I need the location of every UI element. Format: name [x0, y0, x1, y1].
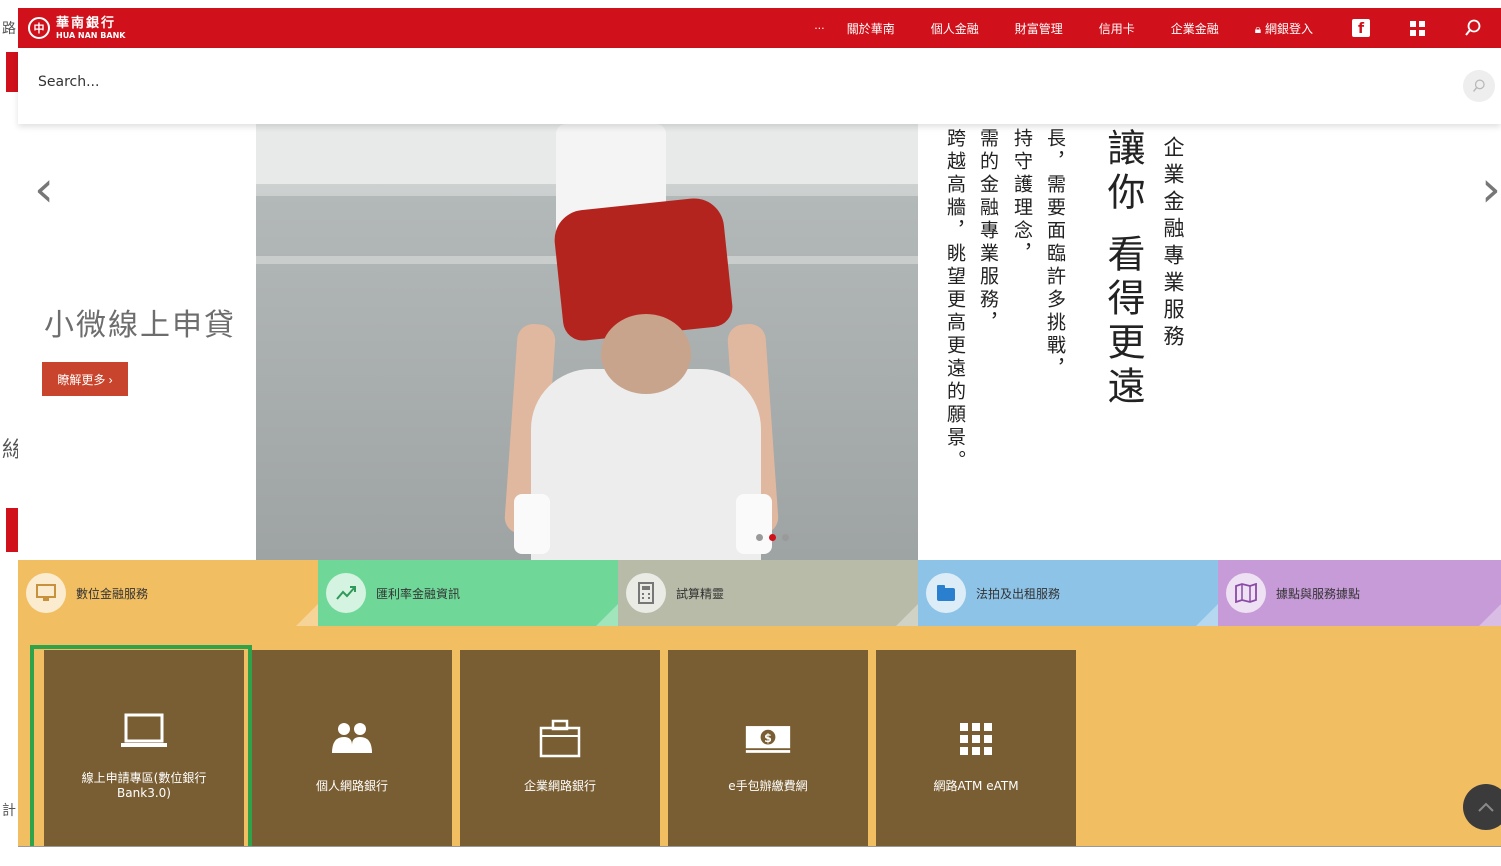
category-tab[interactable]: 法拍及出租服務 [918, 560, 1218, 626]
slogan-line: 長，需要面臨許多挑戰， [1044, 128, 1066, 381]
top-navigation-bar: 中 華南銀行 HUA NAN BANK ··· 關於華南 個人金融 財富管理 信… [18, 8, 1501, 48]
service-tile-label: e手包辦繳費網 [728, 778, 808, 793]
category-tabs: 數位金融服務 匯利率金融資訊 試算精靈 法拍及出租服務 據點與服務據點 [18, 560, 1501, 626]
main-nav: ··· 關於華南 個人金融 財富管理 信用卡 企業金融 🔒︎ 網銀登入 f [814, 8, 1501, 48]
more-menu[interactable]: ··· [814, 22, 825, 35]
carousel-dot[interactable] [756, 534, 763, 541]
residue-char: 計 [2, 803, 16, 819]
nav-item-corporate[interactable]: 企業金融 [1171, 20, 1219, 37]
carousel-dot[interactable] [782, 534, 789, 541]
category-tab[interactable]: 試算精靈 [618, 560, 918, 626]
search-icon [1465, 19, 1481, 36]
map-icon [1226, 573, 1266, 613]
facebook-button[interactable]: f [1333, 8, 1389, 48]
apps-menu-button[interactable] [1389, 8, 1445, 48]
category-tab[interactable]: 匯利率金融資訊 [318, 560, 618, 626]
service-tile[interactable]: $ e手包辦繳費網 [668, 650, 868, 846]
back-to-top-button[interactable] [1463, 784, 1501, 830]
logo-english-name: HUA NAN BANK [56, 30, 126, 40]
laptop-icon [120, 709, 168, 753]
briefcase-icon [536, 717, 584, 761]
service-tile[interactable]: 企業網路銀行 [460, 650, 660, 846]
hero-slogan: 跨越高牆，眺望更高更遠的願景。 需的金融專業服務， 持守護理念， 長，需要面臨許… [918, 124, 1501, 560]
nav-item-credit-card[interactable]: 信用卡 [1099, 20, 1135, 37]
search-bar [18, 48, 1501, 124]
residue-char: 路 [2, 21, 16, 37]
slide-title: 小微線上申貸 [44, 308, 236, 343]
login-label: 網銀登入 [1264, 21, 1313, 36]
carousel-next-arrow-icon[interactable]: › [1481, 164, 1501, 214]
page-footer-edge [18, 846, 1501, 866]
lock-icon: 🔒︎ [1254, 21, 1262, 36]
monitor-icon [26, 573, 66, 613]
quick-service-tiles: 線上申請專區(數位銀行 Bank3.0) 個人網路銀行 企業網路銀行 $ e手包辦繳費網… [18, 626, 1501, 846]
slogan-headline: 讓你 看得更遠 [1101, 128, 1145, 411]
apps-grid-icon [1409, 20, 1425, 36]
bank-logo[interactable]: 中 華南銀行 HUA NAN BANK [28, 17, 125, 40]
category-tab-label: 數位金融服務 [76, 586, 149, 601]
service-tile-label: 線上申請專區(數位銀行 Bank3.0) [81, 771, 207, 800]
online-banking-login[interactable]: 🔒︎ 網銀登入 [1255, 20, 1313, 37]
service-tile[interactable]: 線上申請專區(數位銀行 Bank3.0) [44, 650, 244, 846]
hero-carousel: 跨越高牆，眺望更高更遠的願景。 需的金融專業服務， 持守護理念， 長，需要面臨許… [18, 124, 1501, 560]
category-tab[interactable]: 據點與服務據點 [1218, 560, 1501, 626]
slogan-line: 持守護理念， [1011, 128, 1033, 266]
logo-mark-icon: 中 [28, 17, 50, 39]
service-tile-label: 個人網路銀行 [315, 778, 388, 793]
residue-red-bar [6, 52, 18, 92]
carousel-indicators [756, 534, 789, 541]
svg-text:$: $ [764, 731, 772, 744]
search-submit-button[interactable] [1463, 70, 1495, 102]
folder-icon [926, 573, 966, 613]
money-icon: $ [744, 717, 792, 761]
category-tab-label: 法拍及出租服務 [976, 586, 1061, 601]
residue-red-bar [6, 508, 18, 552]
slogan-subheadline: 企業金融專業服務 [1161, 136, 1185, 352]
search-icon [1473, 79, 1485, 92]
slogan-line: 需的金融專業服務， [977, 128, 999, 335]
category-tab-label: 匯利率金融資訊 [376, 586, 461, 601]
carousel-dot[interactable] [769, 534, 776, 541]
service-tile[interactable]: 個人網路銀行 [252, 650, 452, 846]
page: { "left_residue": { "char1": "路", "char2… [0, 0, 1501, 866]
learn-more-button[interactable]: 瞭解更多 › [42, 362, 128, 396]
facebook-icon: f [1352, 19, 1370, 37]
logo-chinese-name: 華南銀行 [56, 15, 117, 31]
carousel-prev-arrow-icon[interactable]: ‹ [34, 164, 54, 214]
nav-item-about[interactable]: 關於華南 [847, 20, 895, 37]
search-toggle-button[interactable] [1445, 8, 1501, 48]
chevron-up-icon [1478, 802, 1494, 812]
users-icon [328, 717, 376, 761]
category-tab-label: 據點與服務據點 [1276, 586, 1361, 601]
category-tab[interactable]: 數位金融服務 [18, 560, 318, 626]
hero-banner-image [256, 124, 918, 560]
grid-icon [952, 717, 1000, 761]
category-tab-label: 試算精靈 [676, 586, 725, 601]
calculator-icon [626, 573, 666, 613]
nav-item-personal[interactable]: 個人金融 [931, 20, 979, 37]
nav-item-wealth[interactable]: 財富管理 [1015, 20, 1063, 37]
service-tile-label: 網路ATM eATM [933, 778, 1019, 793]
search-input[interactable] [38, 74, 1438, 90]
service-tile[interactable]: 網路ATM eATM [876, 650, 1076, 846]
slogan-line: 跨越高牆，眺望更高更遠的願景。 [944, 128, 966, 473]
service-tile-label: 企業網路銀行 [523, 778, 596, 793]
trend-icon [326, 573, 366, 613]
left-residue-strip: 路 絲 計 [0, 0, 24, 866]
